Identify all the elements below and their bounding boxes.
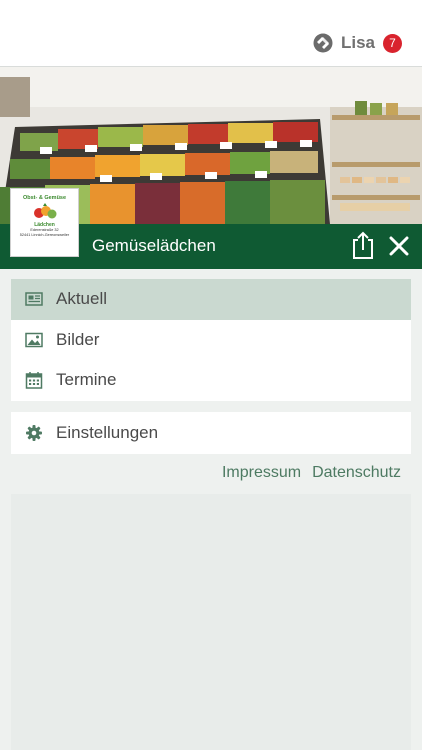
logo-address-city: 52441 Linnich-Gereonsweiler: [19, 233, 70, 237]
menu-item-label: Aktuell: [56, 289, 108, 309]
footer-links: Impressum Datenschutz: [211, 464, 401, 482]
menu-item-termine[interactable]: Termine: [11, 360, 411, 401]
main-menu: Aktuell Bilder Termine: [11, 279, 411, 401]
newspaper-icon: [25, 292, 43, 307]
menu-item-bilder[interactable]: Bilder: [11, 320, 411, 361]
shop-title: Gemüselädchen: [92, 236, 216, 255]
menu-item-aktuell[interactable]: Aktuell: [11, 279, 411, 320]
user-logo-icon: [313, 33, 333, 53]
menu-item-einstellungen[interactable]: Einstellungen: [11, 412, 411, 454]
shop-logo: Obst- & Gemüse Lädchen Ederenstraße 32 5…: [10, 188, 79, 257]
fruit-basket-icon: [33, 203, 56, 219]
impressum-link[interactable]: Impressum: [222, 464, 301, 482]
share-icon[interactable]: [349, 230, 377, 260]
calendar-icon: [25, 372, 43, 390]
user-menu[interactable]: Lisa 7: [313, 33, 402, 53]
datenschutz-link[interactable]: Datenschutz: [312, 464, 401, 482]
logo-text-line1: Obst- & Gemüse: [22, 195, 67, 201]
user-name[interactable]: Lisa: [341, 33, 375, 53]
close-icon[interactable]: [386, 233, 412, 259]
menu-item-label: Bilder: [56, 329, 100, 349]
content-area: [11, 494, 411, 750]
menu-item-label: Termine: [56, 370, 117, 390]
settings-menu: Einstellungen: [11, 412, 411, 454]
menu-item-label: Einstellungen: [56, 423, 159, 442]
notification-badge[interactable]: 7: [383, 33, 402, 53]
image-icon: [25, 332, 43, 348]
gear-icon: [26, 425, 42, 441]
top-bar: Lisa 7: [0, 0, 422, 67]
